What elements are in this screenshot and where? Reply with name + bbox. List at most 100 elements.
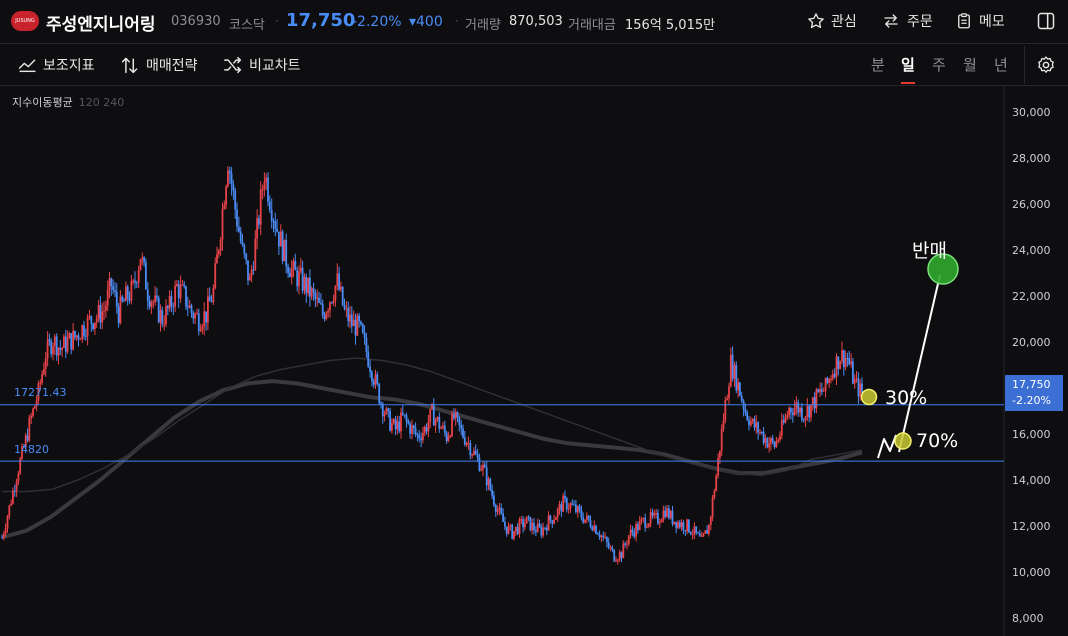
candle-body	[361, 324, 364, 333]
chart-settings-button[interactable]	[1036, 55, 1056, 79]
candle-body	[128, 298, 131, 301]
candle-body	[305, 276, 308, 294]
indicator-label: 보조지표	[43, 58, 95, 74]
candle-body	[358, 315, 360, 322]
candle-body	[571, 503, 574, 505]
candle-body	[544, 527, 546, 529]
candle-body	[555, 517, 557, 520]
candle-body	[256, 218, 258, 239]
candle-body	[691, 534, 694, 536]
candle-body	[318, 297, 320, 303]
candle-body	[179, 284, 182, 299]
candle-body	[775, 441, 778, 447]
candle-body	[613, 549, 616, 562]
candle-body	[467, 443, 470, 444]
price-chart[interactable]: 30,000 28,000 26,000 24,000 22,000 20,000 16,0…	[0, 0, 1068, 636]
candle-body	[53, 336, 56, 347]
candle-body	[61, 347, 63, 350]
strategy-button[interactable]: 매매전략	[120, 55, 198, 75]
candle-body	[587, 515, 590, 521]
candle-body	[265, 177, 268, 183]
candle-body	[842, 350, 845, 367]
candle-body	[719, 450, 721, 459]
candle-body	[103, 310, 105, 312]
candle-body	[97, 305, 100, 319]
memo-button[interactable]: 메모	[955, 10, 1005, 32]
candle-body	[852, 361, 854, 384]
candle-body	[438, 417, 441, 429]
candle-body	[819, 389, 821, 393]
candle-body	[35, 400, 38, 407]
candle-body	[79, 339, 82, 341]
candle-body	[165, 306, 167, 325]
candle-body	[214, 263, 217, 289]
indicator-button[interactable]: 보조지표	[18, 55, 95, 75]
candle-body	[341, 286, 344, 305]
candle-body	[755, 422, 758, 428]
candle-body	[349, 314, 351, 322]
candle-body	[616, 559, 619, 561]
candle-body	[301, 267, 304, 291]
candle-body	[199, 329, 202, 332]
candle-body	[689, 532, 692, 535]
order-button[interactable]: 주문	[881, 10, 933, 32]
target-70-marker	[894, 432, 912, 450]
candle-body	[644, 518, 647, 528]
candle-body	[414, 428, 417, 434]
candle-body	[575, 504, 577, 513]
candle-body	[268, 201, 271, 211]
candle-body	[531, 522, 534, 531]
candle-body	[95, 318, 98, 323]
candle-body	[372, 380, 375, 385]
candle-body	[673, 521, 676, 524]
watchlist-label: 관심	[831, 14, 857, 30]
candle-body	[848, 358, 851, 365]
period-tab-week[interactable]: 주	[932, 54, 946, 75]
period-tab-year[interactable]: 년	[994, 54, 1008, 75]
candle-body	[32, 408, 34, 416]
candle-body	[230, 173, 233, 185]
candle-body	[808, 405, 811, 418]
zigzag-drawing	[877, 434, 897, 459]
candle-body	[735, 365, 738, 391]
y-tick-label: 24,000	[1012, 244, 1051, 257]
candle-body	[746, 412, 749, 420]
candle-body	[635, 524, 637, 537]
market-label: 코스닥	[229, 18, 265, 33]
gear-icon	[1038, 56, 1054, 73]
candle-body	[684, 530, 687, 532]
candle-body	[830, 379, 832, 380]
candle-body	[371, 371, 373, 381]
compare-button[interactable]: 비교차트	[223, 55, 301, 75]
candle-body	[538, 523, 541, 527]
watchlist-button[interactable]: 관심	[807, 10, 857, 32]
stock-name[interactable]: 주성엔지니어링	[46, 10, 155, 35]
candle-body	[737, 382, 739, 391]
candle-body	[403, 414, 406, 416]
candle-body	[90, 316, 93, 324]
candle-body	[381, 403, 384, 417]
candle-body	[405, 415, 408, 421]
candle-body	[839, 361, 841, 369]
candle-body	[108, 278, 111, 290]
price-tag-change: -2.20%	[1012, 394, 1051, 407]
candle-body	[68, 333, 71, 339]
candle-body	[389, 411, 391, 431]
candle-body	[48, 339, 51, 341]
candle-body	[494, 505, 497, 512]
period-tab-day[interactable]: 일	[901, 54, 915, 75]
period-tab-month[interactable]: 월	[963, 54, 977, 75]
candle-body	[338, 273, 340, 290]
candle-body	[146, 289, 149, 301]
candle-body	[154, 295, 156, 302]
stock-code: 036930	[171, 14, 221, 29]
candle-body	[631, 529, 634, 532]
candle-body	[234, 190, 237, 210]
period-tab-minute[interactable]: 분	[871, 54, 885, 75]
candle-body	[340, 286, 342, 290]
price-tag-value: 17,750	[1012, 378, 1051, 391]
candle-body	[310, 288, 313, 297]
candle-body	[296, 270, 299, 287]
candle-body	[227, 170, 229, 187]
sidebar-toggle-button[interactable]	[1036, 11, 1056, 35]
